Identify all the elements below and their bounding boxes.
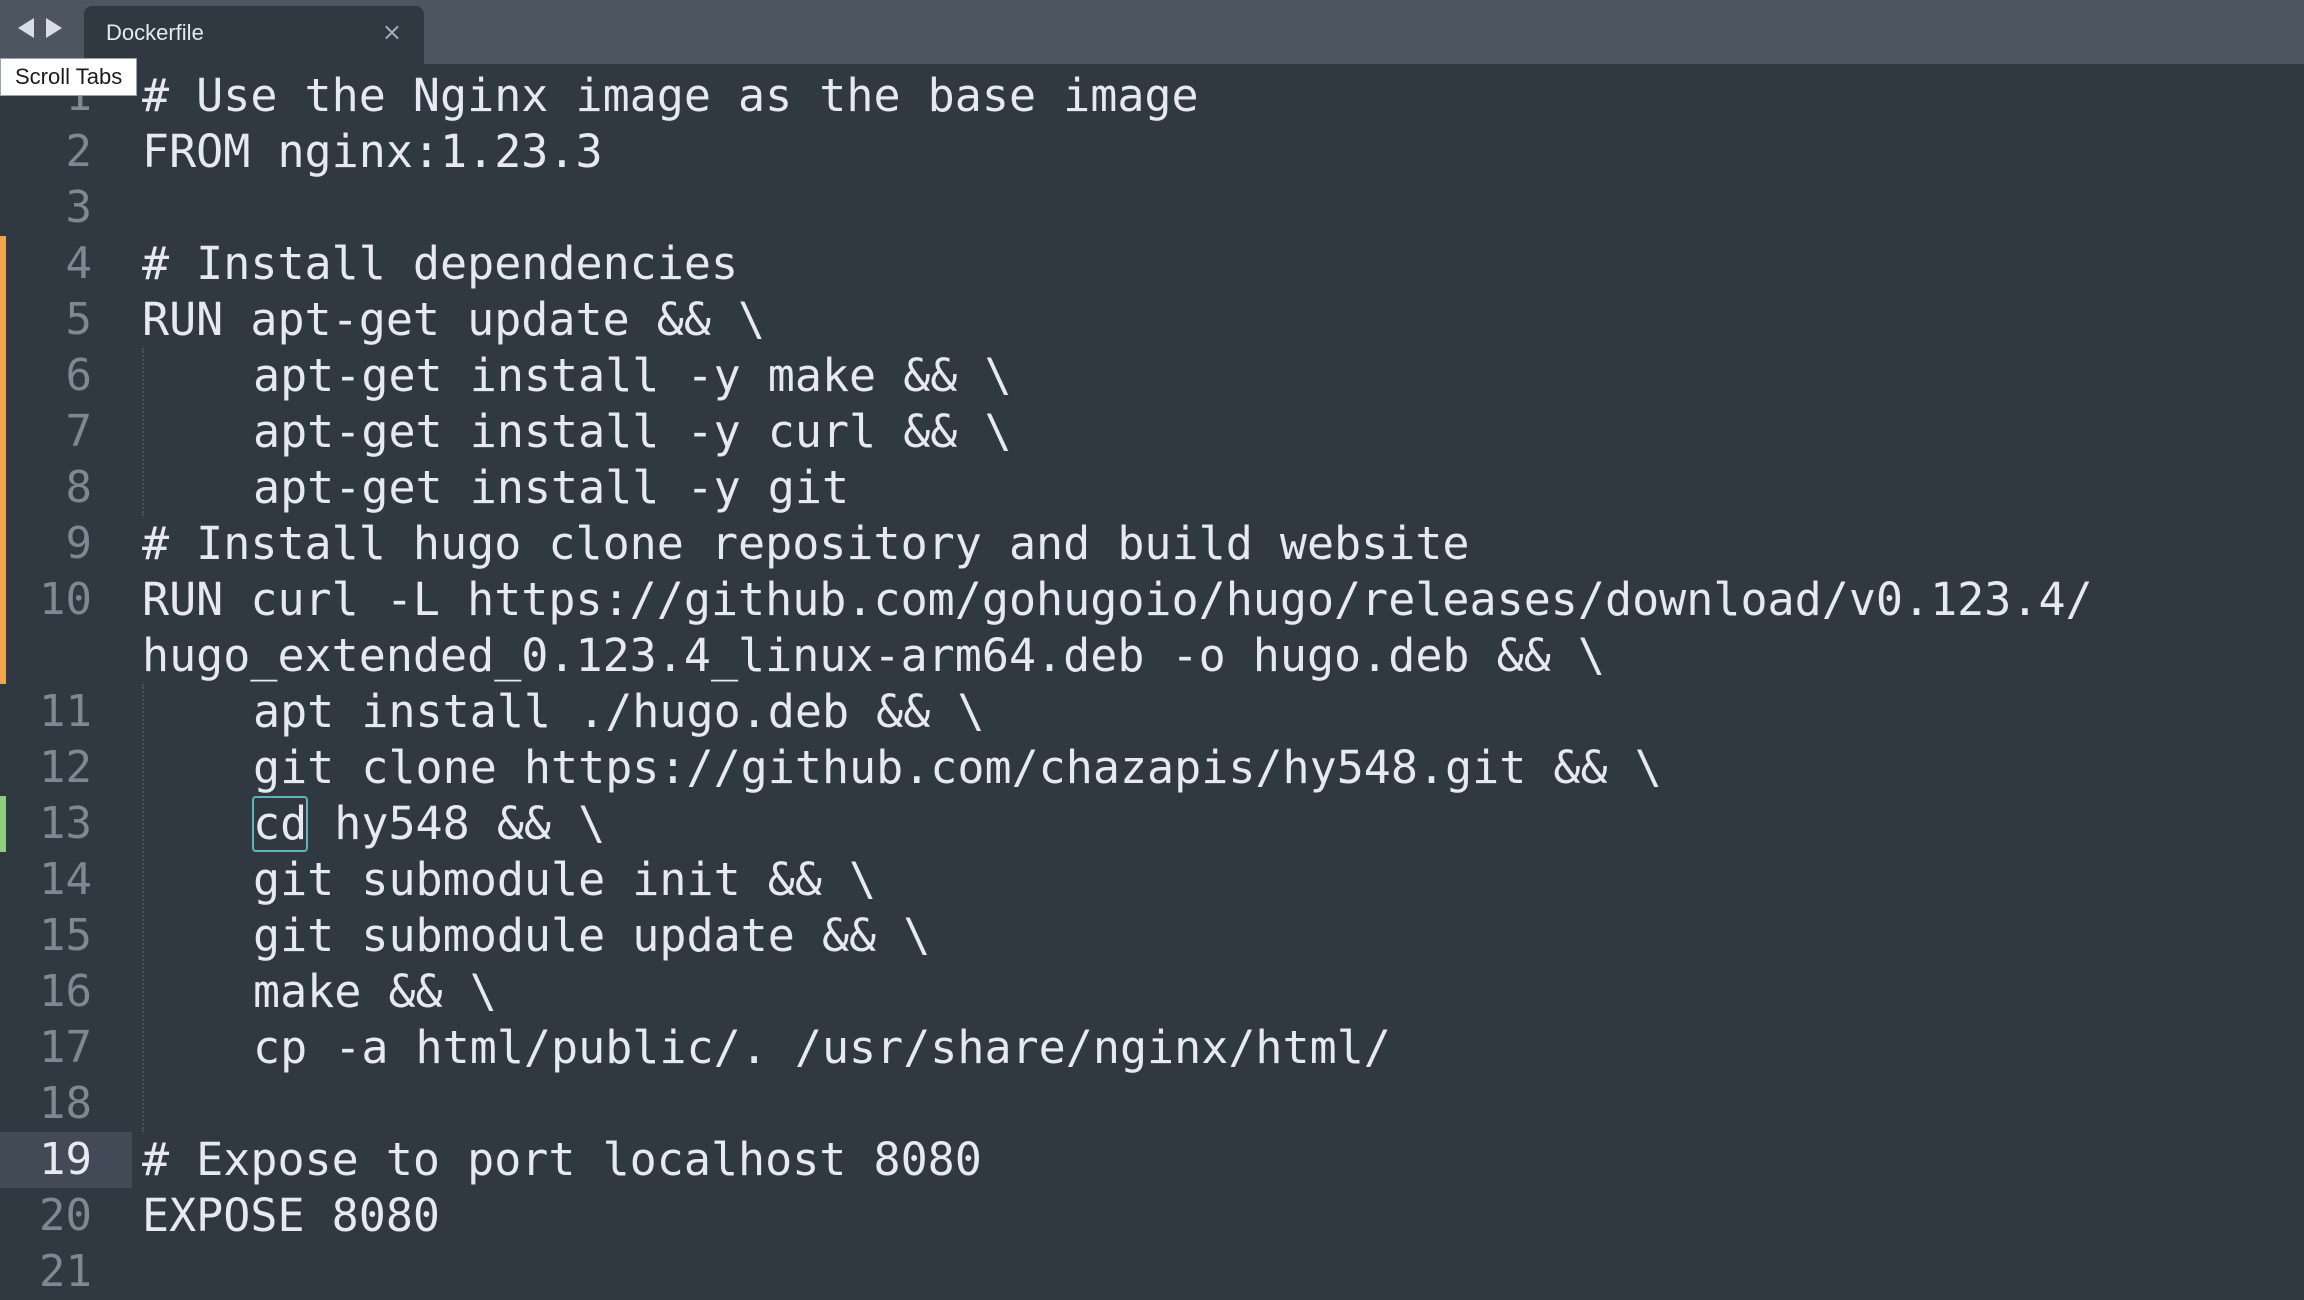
line-text: # Expose to port localhost 8080	[142, 1133, 982, 1186]
scroll-tabs-right-icon[interactable]	[46, 18, 62, 38]
code-editor[interactable]: 1 # Use the Nginx image as the base imag…	[0, 64, 2304, 1300]
line-text: cp -a html/public/. /usr/share/nginx/htm…	[253, 1021, 1391, 1074]
code-line[interactable]: 15 git submodule update && \	[0, 908, 2304, 964]
line-text: apt install ./hugo.deb && \	[253, 685, 985, 738]
code-line[interactable]: 20 EXPOSE 8080	[0, 1188, 2304, 1244]
line-number	[0, 628, 92, 684]
line-number: 13	[39, 798, 92, 849]
line-number: 14	[39, 854, 92, 905]
editor-window: Dockerfile × Scroll Tabs 1 # Use the Ngi…	[0, 0, 2304, 1300]
line-number: 5	[65, 294, 93, 345]
code-line-current[interactable]: 19 # Expose to port localhost 8080	[0, 1132, 2304, 1188]
code-line[interactable]: 17 cp -a html/public/. /usr/share/nginx/…	[0, 1020, 2304, 1076]
code-line[interactable]: 11 apt install ./hugo.deb && \	[0, 684, 2304, 740]
code-line[interactable]: 2 FROM nginx:1.23.3	[0, 124, 2304, 180]
tab-dockerfile[interactable]: Dockerfile ×	[84, 6, 424, 64]
line-number: 19	[39, 1134, 92, 1185]
line-number: 12	[39, 742, 92, 793]
line-text: make && \	[253, 965, 497, 1018]
line-text: RUN curl -L https://github.com/gohugoio/…	[142, 573, 2093, 626]
line-number: 11	[39, 686, 92, 737]
line-number: 6	[65, 350, 93, 401]
tab-bar: Dockerfile ×	[0, 0, 2304, 64]
scroll-tabs-left-icon[interactable]	[18, 18, 34, 38]
line-text: apt-get install -y make && \	[253, 349, 1012, 402]
line-number: 21	[39, 1246, 92, 1297]
line-text: # Install dependencies	[142, 237, 739, 290]
line-number: 16	[39, 966, 92, 1017]
line-number: 3	[65, 182, 93, 233]
line-text: # Use the Nginx image as the base image	[142, 69, 1199, 122]
code-line[interactable]: 6 apt-get install -y make && \	[0, 348, 2304, 404]
code-line[interactable]: 13 cd hy548 && \	[0, 796, 2304, 852]
code-line[interactable]: 4 # Install dependencies	[0, 236, 2304, 292]
code-line[interactable]: 5 RUN apt-get update && \	[0, 292, 2304, 348]
line-text: git submodule update && \	[253, 909, 931, 962]
code-line[interactable]: 21	[0, 1244, 2304, 1300]
line-number: 15	[39, 910, 92, 961]
code-line[interactable]: 12 git clone https://github.com/chazapis…	[0, 740, 2304, 796]
line-text: apt-get install -y curl && \	[253, 405, 1012, 458]
code-line[interactable]: 8 apt-get install -y git	[0, 460, 2304, 516]
line-text: git clone https://github.com/chazapis/hy…	[253, 741, 1662, 794]
line-number: 18	[39, 1078, 92, 1129]
code-line-wrapped[interactable]: hugo_extended_0.123.4_linux-arm64.deb -o…	[0, 628, 2304, 684]
line-number: 9	[65, 518, 93, 569]
code-line[interactable]: 14 git submodule init && \	[0, 852, 2304, 908]
line-text: RUN apt-get update && \	[142, 293, 766, 346]
line-number: 2	[65, 126, 93, 177]
tab-title: Dockerfile	[106, 20, 204, 45]
code-line[interactable]: 9 # Install hugo clone repository and bu…	[0, 516, 2304, 572]
code-line[interactable]: 18	[0, 1076, 2304, 1132]
code-line[interactable]: 7 apt-get install -y curl && \	[0, 404, 2304, 460]
line-number: 7	[65, 406, 93, 457]
line-text: cd hy548 && \	[253, 797, 606, 850]
line-number: 8	[65, 462, 93, 513]
line-number: 4	[65, 238, 93, 289]
tab-close-icon[interactable]: ×	[382, 18, 402, 46]
code-line[interactable]: 1 # Use the Nginx image as the base imag…	[0, 68, 2304, 124]
line-text: FROM nginx:1.23.3	[142, 125, 603, 178]
line-text: hugo_extended_0.123.4_linux-arm64.deb -o…	[142, 629, 1605, 682]
line-text: git submodule init && \	[253, 853, 877, 906]
code-line[interactable]: 10 RUN curl -L https://github.com/gohugo…	[0, 572, 2304, 628]
scroll-tabs-tooltip: Scroll Tabs	[0, 58, 138, 96]
line-number: 20	[39, 1190, 92, 1241]
line-number: 10	[39, 574, 92, 625]
line-text: EXPOSE 8080	[142, 1189, 441, 1242]
line-text: # Install hugo clone repository and buil…	[142, 517, 1470, 570]
line-number: 17	[39, 1022, 92, 1073]
code-line[interactable]: 16 make && \	[0, 964, 2304, 1020]
line-text: apt-get install -y git	[253, 461, 850, 514]
code-line[interactable]: 3	[0, 180, 2304, 236]
